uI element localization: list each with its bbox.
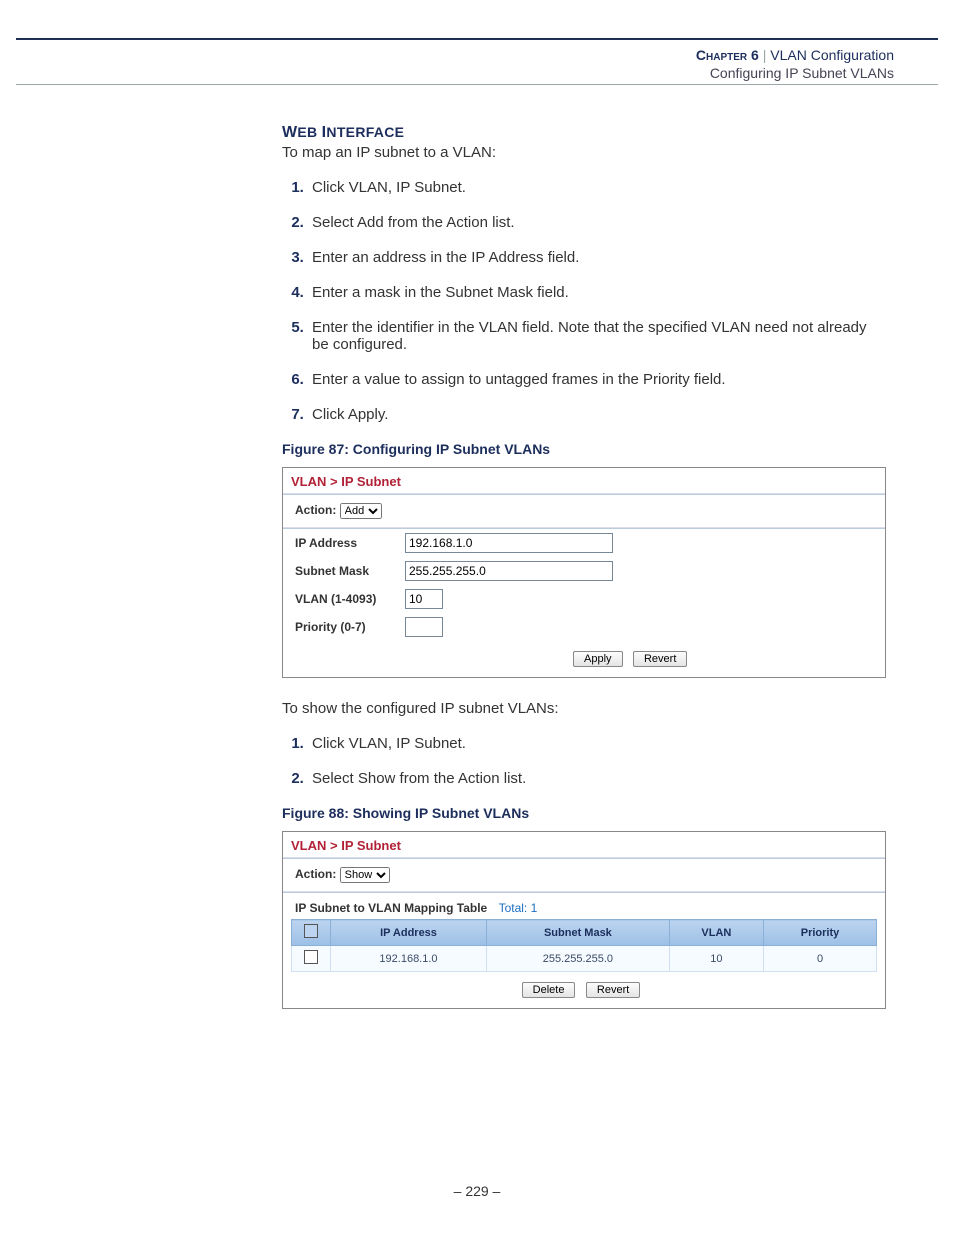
steps-list-2: Click VLAN, IP Subnet. Select Show from …: [282, 735, 886, 787]
col-priority: Priority: [764, 920, 877, 946]
checkbox-icon: [304, 950, 318, 964]
select-all-header[interactable]: [292, 920, 331, 946]
step-item: Enter an address in the IP Address field…: [308, 249, 886, 266]
step-item: Enter a mask in the Subnet Mask field.: [308, 284, 886, 301]
section-heading: WEB INTERFACE: [282, 124, 886, 142]
cell-priority: 0: [764, 946, 877, 972]
cell-vlan: 10: [669, 946, 763, 972]
row-select[interactable]: [292, 946, 331, 972]
header-title: VLAN Configuration: [770, 47, 894, 63]
step-item: Select Add from the Action list.: [308, 214, 886, 231]
action-row: Action: Add: [283, 495, 885, 527]
chapter-label: Chapter 6: [696, 47, 759, 63]
step-item: Click VLAN, IP Subnet.: [308, 179, 886, 196]
ip-address-input[interactable]: [405, 533, 613, 553]
step-item: Select Show from the Action list.: [308, 770, 886, 787]
panel-add: VLAN > IP Subnet Action: Add IP Address …: [282, 467, 886, 678]
steps-list-1: Click VLAN, IP Subnet. Select Add from t…: [282, 179, 886, 423]
page-number: 229: [465, 1183, 488, 1199]
revert-button[interactable]: Revert: [586, 982, 640, 998]
col-mask: Subnet Mask: [486, 920, 669, 946]
action-select[interactable]: Add: [340, 503, 382, 519]
table-header-row: IP Address Subnet Mask VLAN Priority: [292, 920, 877, 946]
rule-mid: [16, 84, 938, 85]
step-item: Enter the identifier in the VLAN field. …: [308, 319, 886, 353]
breadcrumb: VLAN > IP Subnet: [283, 832, 885, 857]
table-title-row: IP Subnet to VLAN Mapping Table Total: 1: [283, 893, 885, 919]
intro-text-1: To map an IP subnet to a VLAN:: [282, 144, 886, 161]
action-label: Action:: [295, 503, 336, 517]
mapping-table: IP Address Subnet Mask VLAN Priority 192…: [291, 919, 877, 972]
col-vlan: VLAN: [669, 920, 763, 946]
revert-button[interactable]: Revert: [633, 651, 687, 667]
table-total: Total: 1: [499, 901, 538, 915]
ip-address-label: IP Address: [295, 536, 405, 550]
breadcrumb: VLAN > IP Subnet: [283, 468, 885, 493]
subnet-mask-label: Subnet Mask: [295, 564, 405, 578]
subnet-mask-input[interactable]: [405, 561, 613, 581]
intro-text-2: To show the configured IP subnet VLANs:: [282, 700, 886, 717]
table-title: IP Subnet to VLAN Mapping Table: [295, 901, 487, 915]
page-header: Chapter 6 | VLAN Configuration Configuri…: [696, 46, 894, 82]
priority-input[interactable]: [405, 617, 443, 637]
figure-caption-88: Figure 88: Showing IP Subnet VLANs: [282, 805, 886, 821]
vlan-label: VLAN (1-4093): [295, 592, 405, 606]
col-ip: IP Address: [331, 920, 487, 946]
action-label: Action:: [295, 867, 336, 881]
rule-top: [16, 38, 938, 40]
cell-mask: 255.255.255.0: [486, 946, 669, 972]
priority-label: Priority (0-7): [295, 620, 405, 634]
step-item: Click VLAN, IP Subnet.: [308, 735, 886, 752]
header-subtitle: Configuring IP Subnet VLANs: [696, 64, 894, 82]
step-item: Click Apply.: [308, 406, 886, 423]
action-row: Action: Show: [283, 859, 885, 891]
figure-caption-87: Figure 87: Configuring IP Subnet VLANs: [282, 441, 886, 457]
page-footer: – 229 –: [0, 1183, 954, 1199]
table-row: 192.168.1.0 255.255.255.0 10 0: [292, 946, 877, 972]
header-pipe: |: [763, 47, 767, 63]
vlan-input[interactable]: [405, 589, 443, 609]
apply-button[interactable]: Apply: [573, 651, 623, 667]
checkbox-icon: [304, 924, 318, 938]
step-item: Enter a value to assign to untagged fram…: [308, 371, 886, 388]
action-select[interactable]: Show: [340, 867, 390, 883]
delete-button[interactable]: Delete: [522, 982, 576, 998]
panel-show: VLAN > IP Subnet Action: Show IP Subnet …: [282, 831, 886, 1009]
cell-ip: 192.168.1.0: [331, 946, 487, 972]
